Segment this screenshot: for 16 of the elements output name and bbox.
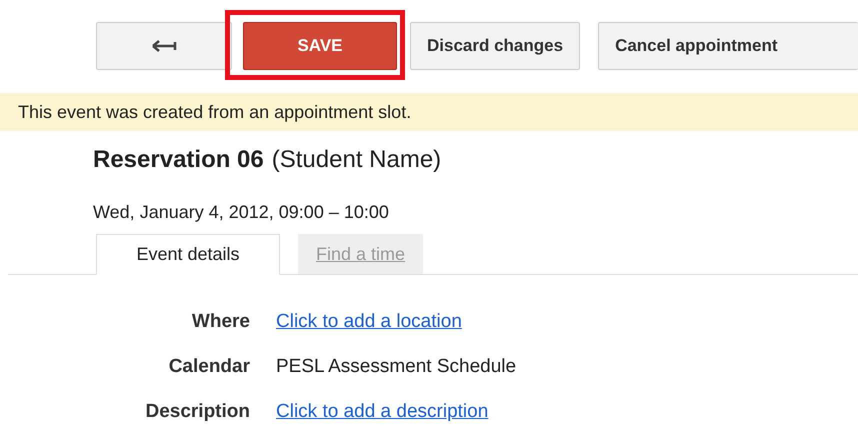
back-button[interactable] [96, 22, 232, 70]
field-label: Where [190, 310, 250, 334]
add-link[interactable]: Click to add a location [276, 311, 462, 332]
event-subtitle: (Student Name) [272, 146, 442, 173]
field-label: Calendar [168, 355, 250, 379]
event-title: Reservation 06 [93, 146, 264, 173]
toolbar-button[interactable]: Cancel appointment [598, 22, 858, 70]
tab[interactable]: Event details [96, 234, 280, 275]
event-datetime: Wed, January 4, 2012, 09:00 – 10:00 [92, 201, 390, 224]
add-link[interactable]: Click to add a description [276, 401, 488, 422]
back-arrow-icon [151, 39, 177, 53]
field-label: Description [144, 400, 250, 424]
banner-text: This event was created from an appointment slot. [18, 102, 412, 122]
save-button[interactable]: SAVE [243, 22, 397, 70]
toolbar-button[interactable]: Discard changes [410, 22, 580, 70]
field-value: PESL Assessment Schedule [276, 356, 516, 377]
